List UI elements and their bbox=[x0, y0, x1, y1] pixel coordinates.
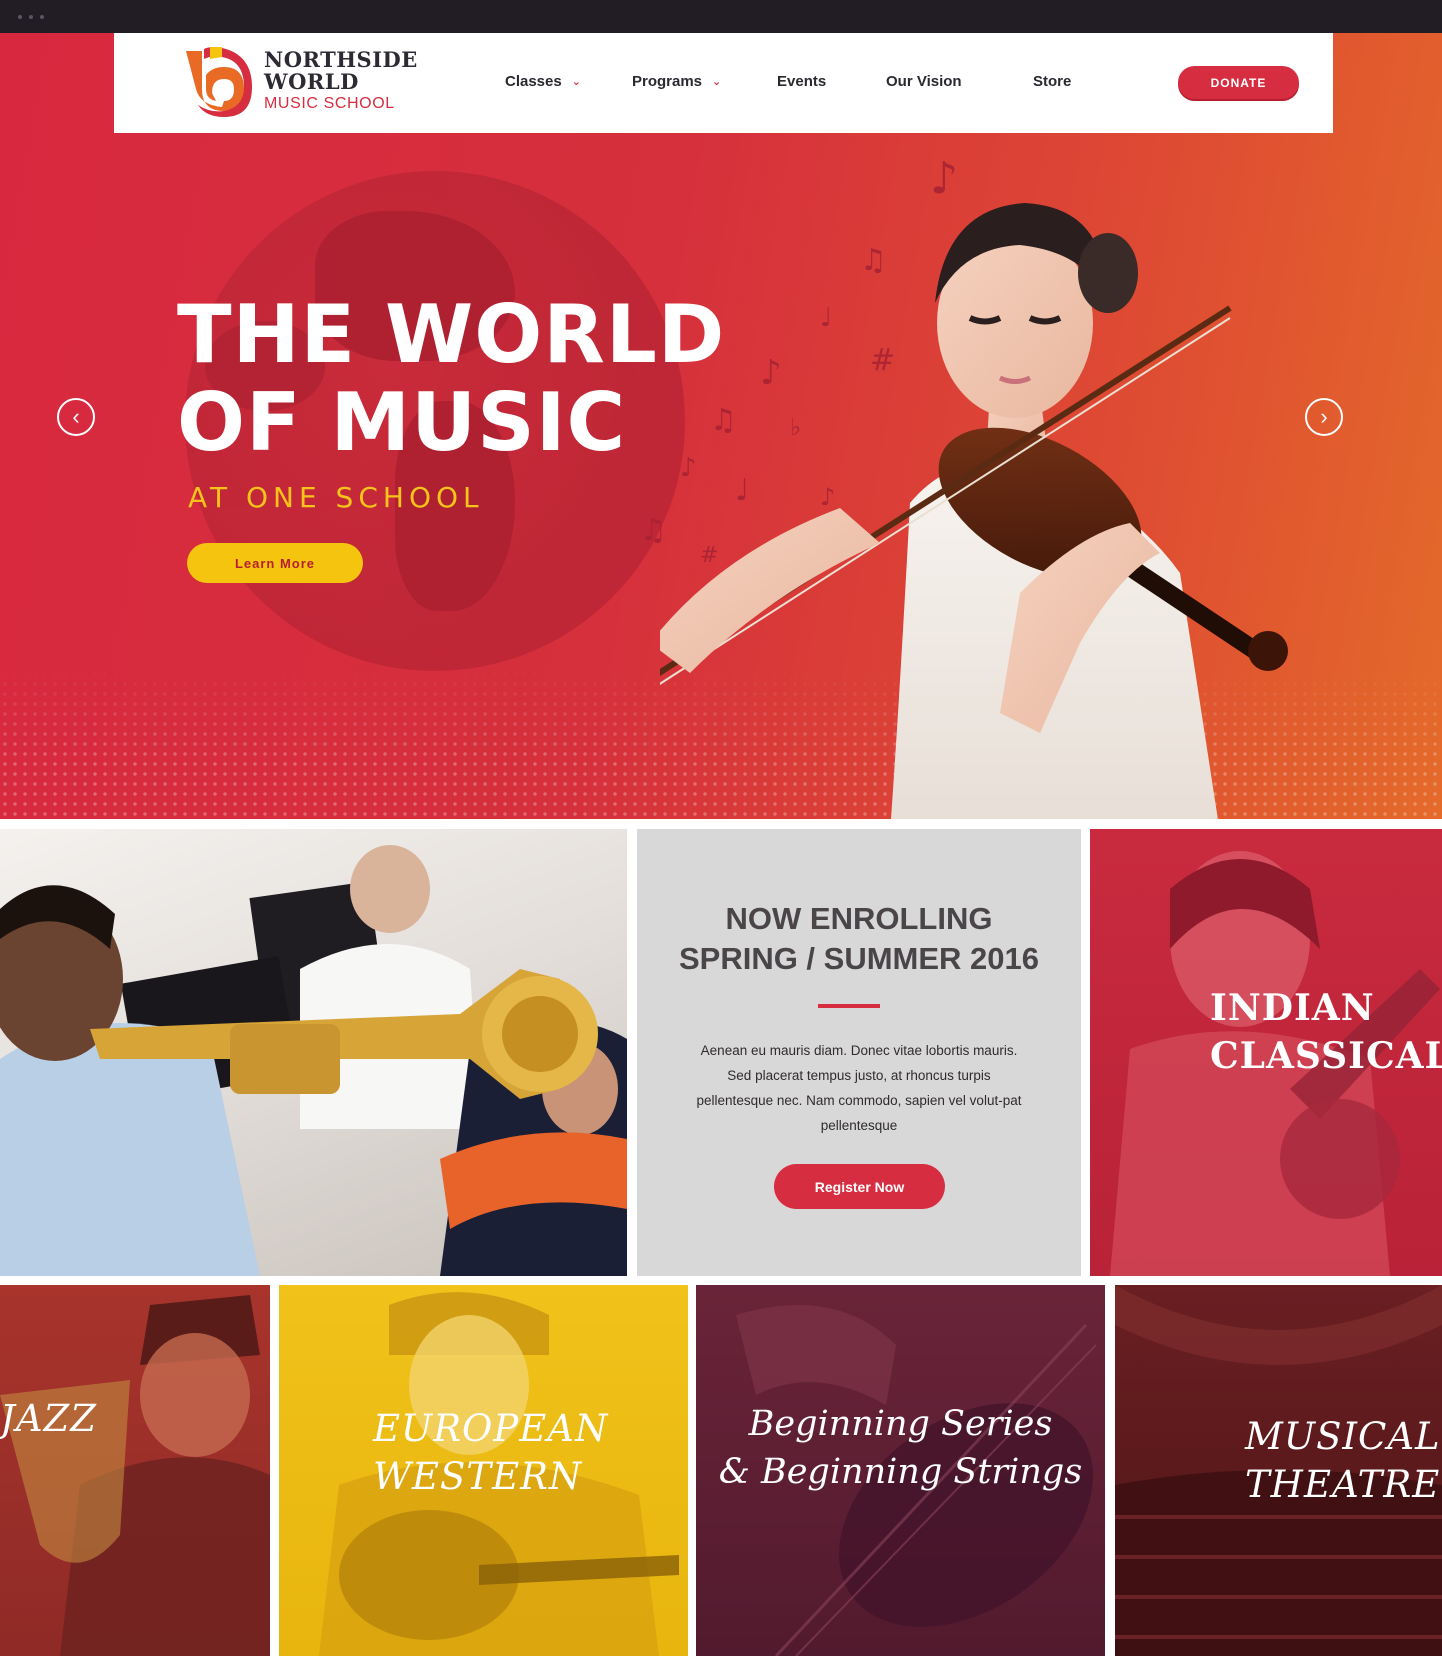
nav-item-classes[interactable]: Classes ⌄ bbox=[505, 73, 581, 90]
tile-label-line1: EUROPEAN bbox=[373, 1407, 609, 1450]
learn-more-button[interactable]: Learn More bbox=[187, 543, 363, 583]
enrollment-card: NOW ENROLLING SPRING / SUMMER 2016 Aenea… bbox=[637, 829, 1081, 1276]
tile-label-line2: CLASSICAL bbox=[1210, 1035, 1442, 1077]
tile-label: MUSICAL THEATRE bbox=[1245, 1413, 1441, 1509]
nav-item-label: Classes bbox=[505, 73, 562, 90]
tile-label-line1: MUSICAL bbox=[1245, 1415, 1441, 1458]
logo-text-line3: MUSIC SCHOOL bbox=[264, 95, 395, 112]
nav-item-label: Events bbox=[777, 73, 827, 90]
program-tile-beginning-strings[interactable]: Beginning Series & Beginning Strings bbox=[696, 1285, 1105, 1656]
hero-subtitle: AT ONE SCHOOL bbox=[188, 481, 484, 514]
hero-title-line1: THE WORLD bbox=[177, 288, 726, 381]
tile-label: INDIAN CLASSICAL bbox=[1210, 984, 1442, 1080]
browser-chrome bbox=[0, 0, 1442, 33]
nav-item-programs[interactable]: Programs ⌄ bbox=[632, 73, 721, 90]
tile-label: EUROPEAN WESTERN bbox=[373, 1405, 608, 1501]
chevron-down-icon: ⌄ bbox=[571, 76, 581, 88]
enrollment-description: Aenean eu mauris diam. Donec vitae lobor… bbox=[696, 1043, 1022, 1133]
nav-item-label: Our Vision bbox=[886, 73, 962, 90]
nav-item-store[interactable]: Store bbox=[1033, 73, 1071, 90]
register-now-button[interactable]: Register Now bbox=[774, 1164, 945, 1209]
logo-text-line1: NORTHSIDE bbox=[264, 47, 418, 72]
logo-text-line2: WORLD bbox=[264, 69, 359, 94]
nav-item-label: Programs bbox=[632, 73, 703, 90]
site-logo[interactable]: NORTHSIDE WORLD MUSIC SCHOOL bbox=[182, 45, 432, 120]
chevron-left-icon: ‹ bbox=[72, 404, 80, 429]
enrollment-title-line2: SPRING / SUMMER 2016 bbox=[678, 941, 1040, 976]
hero-title: THE WORLD OF MUSIC bbox=[177, 291, 777, 467]
chevron-down-icon: ⌄ bbox=[712, 76, 722, 88]
tile-label-line1: INDIAN bbox=[1210, 987, 1375, 1029]
jazz-saxophonist-photo-graphic bbox=[0, 1295, 270, 1656]
tile-label-line2: & Beginning Strings bbox=[718, 1452, 1083, 1492]
nav-item-label: Store bbox=[1033, 73, 1072, 90]
tile-label: JAZZ bbox=[0, 1397, 97, 1440]
tile-label-line1: Beginning Series bbox=[748, 1404, 1053, 1444]
window-dots bbox=[18, 15, 44, 19]
site-header: NORTHSIDE WORLD MUSIC SCHOOL Classes ⌄ Pr… bbox=[114, 33, 1333, 133]
nav-item-events[interactable]: Events bbox=[777, 73, 826, 90]
nav-item-our-vision[interactable]: Our Vision bbox=[886, 73, 962, 90]
hero-title-line2: OF MUSIC bbox=[177, 376, 627, 469]
program-tile-indian-classical[interactable]: INDIAN CLASSICAL bbox=[1090, 829, 1442, 1276]
slider-next-button[interactable]: › bbox=[1305, 398, 1343, 436]
trumpet-photo-graphic bbox=[0, 845, 627, 1276]
trumpet-student-image bbox=[0, 829, 627, 1276]
slider-prev-button[interactable]: ‹ bbox=[57, 398, 95, 436]
enrollment-title-line1: NOW ENROLLING bbox=[725, 901, 993, 936]
violinist-image bbox=[660, 203, 1288, 819]
logo-mark-icon bbox=[186, 47, 252, 117]
divider bbox=[818, 1004, 880, 1008]
chevron-right-icon: › bbox=[1320, 404, 1328, 429]
program-tile-jazz[interactable]: JAZZ bbox=[0, 1285, 270, 1656]
enrollment-title: NOW ENROLLING SPRING / SUMMER 2016 bbox=[637, 899, 1081, 979]
hero-slider: ♪ ♫ ♩ # ♪ ♫ ♭ ♪ ♩ ♪ ♫ # ♪ bbox=[0, 33, 1442, 819]
program-tile-european-western[interactable]: EUROPEAN WESTERN bbox=[279, 1285, 688, 1656]
program-tile-musical-theatre[interactable]: MUSICAL THEATRE bbox=[1115, 1285, 1442, 1656]
tile-label-line2: WESTERN bbox=[373, 1455, 583, 1498]
tile-label: Beginning Series & Beginning Strings bbox=[696, 1400, 1105, 1496]
donate-button[interactable]: DONATE bbox=[1178, 66, 1299, 99]
tile-label-line2: THEATRE bbox=[1245, 1463, 1441, 1506]
